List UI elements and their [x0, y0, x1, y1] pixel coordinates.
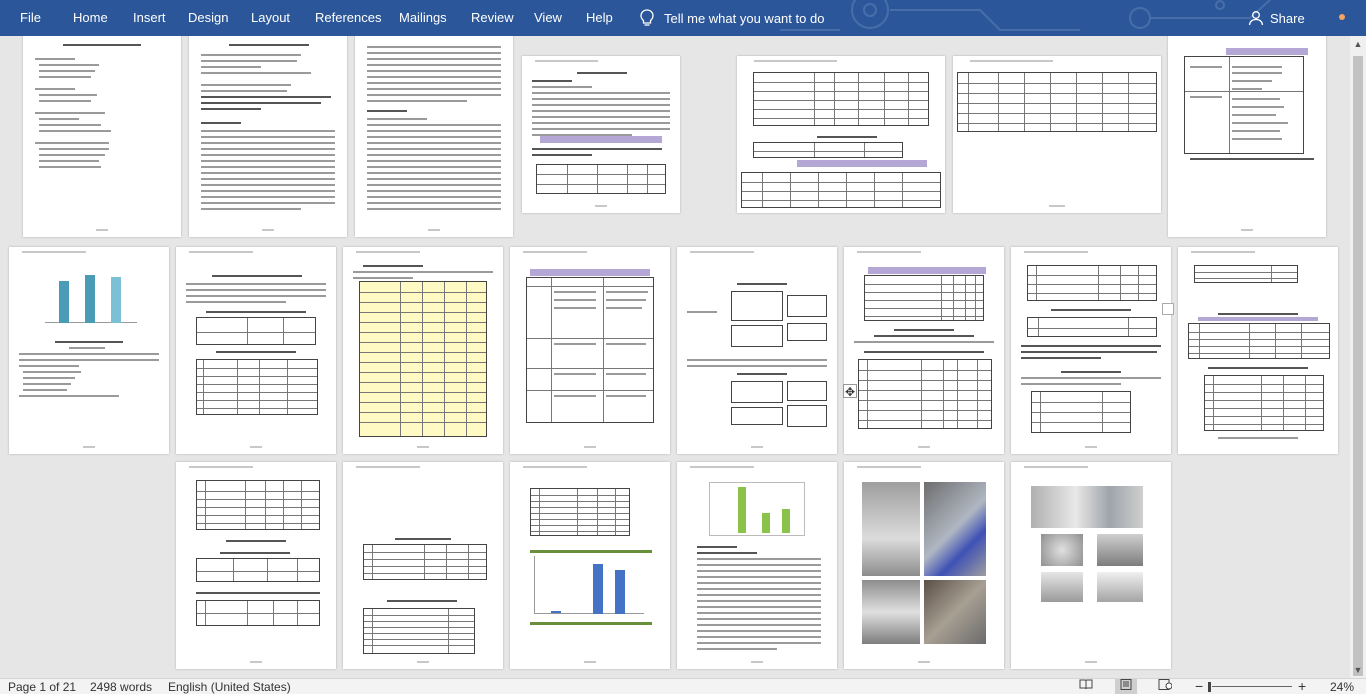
photo	[924, 580, 986, 644]
page-thumbnail[interactable]	[1011, 247, 1171, 454]
scrollbar-thumb[interactable]	[1353, 56, 1363, 676]
web-layout-icon[interactable]	[1154, 679, 1176, 694]
page-thumbnail[interactable]	[9, 247, 169, 454]
photo	[924, 482, 986, 576]
word-count[interactable]: 2498 words	[90, 680, 152, 694]
person-icon	[1248, 11, 1264, 26]
share-button[interactable]: Share	[1248, 0, 1305, 36]
print-layout-icon[interactable]	[1115, 679, 1137, 694]
share-label: Share	[1270, 10, 1305, 26]
photo	[862, 482, 920, 576]
page-thumbnail[interactable]	[189, 36, 347, 237]
page-thumbnail[interactable]	[677, 462, 837, 669]
page-thumbnail[interactable]	[844, 247, 1004, 454]
page-count[interactable]: Page 1 of 21	[8, 680, 76, 694]
tell-me-text: Tell me what you want to do	[664, 10, 825, 26]
zoom-slider[interactable]	[1212, 686, 1292, 687]
tab-layout[interactable]: Layout	[251, 0, 290, 36]
page-thumbnail[interactable]	[522, 56, 680, 213]
tab-review[interactable]: Review	[471, 0, 514, 36]
page-thumbnail[interactable]	[510, 247, 670, 454]
ribbon-pattern	[780, 0, 1271, 31]
page-thumbnail[interactable]	[510, 462, 670, 669]
vertical-scrollbar[interactable]: ▲ ▼	[1350, 36, 1366, 678]
bar-chart	[534, 556, 644, 614]
tab-insert[interactable]: Insert	[133, 0, 166, 36]
lightbulb-icon	[640, 9, 654, 26]
bar-chart	[45, 267, 137, 323]
page-thumbnail[interactable]	[1168, 36, 1326, 237]
tab-home[interactable]: Home	[73, 0, 108, 36]
resize-handle[interactable]	[1162, 303, 1174, 315]
move-handle-icon[interactable]: ✥	[843, 384, 857, 399]
scroll-down-icon[interactable]: ▼	[1350, 662, 1366, 678]
page-thumbnail[interactable]	[844, 462, 1004, 669]
status-bar: Page 1 of 21 2498 words English (United …	[0, 678, 1366, 694]
zoom-level[interactable]: 24%	[1330, 680, 1354, 694]
page-thumbnail[interactable]	[737, 56, 945, 213]
tab-mailings[interactable]: Mailings	[399, 0, 447, 36]
page-thumbnail[interactable]	[343, 462, 503, 669]
zoom-out-icon[interactable]: −	[1195, 678, 1203, 694]
read-mode-icon[interactable]	[1075, 679, 1097, 694]
page-thumbnail[interactable]	[23, 36, 181, 237]
photo	[1097, 534, 1143, 566]
photo	[1031, 486, 1143, 528]
tab-design[interactable]: Design	[188, 0, 228, 36]
page-thumbnail[interactable]	[176, 247, 336, 454]
scroll-up-icon[interactable]: ▲	[1350, 36, 1366, 52]
zoom-slider-thumb[interactable]	[1208, 682, 1211, 692]
ribbon: File Home Insert Design Layout Reference…	[0, 0, 1366, 36]
zoom-in-icon[interactable]: +	[1298, 678, 1306, 694]
tab-help[interactable]: Help	[586, 0, 613, 36]
document-area[interactable]: ✥	[0, 36, 1350, 678]
photo	[862, 580, 920, 644]
tell-me-search[interactable]: Tell me what you want to do	[640, 0, 824, 36]
tab-view[interactable]: View	[534, 0, 562, 36]
photo	[1041, 572, 1083, 602]
page-thumbnail[interactable]	[1011, 462, 1171, 669]
page-thumbnail[interactable]	[343, 247, 503, 454]
notification-dot	[1339, 14, 1345, 20]
page-thumbnail[interactable]	[677, 247, 837, 454]
page-thumbnail[interactable]	[953, 56, 1161, 213]
photo	[1097, 572, 1143, 602]
page-thumbnail[interactable]	[176, 462, 336, 669]
language-indicator[interactable]: English (United States)	[168, 680, 291, 694]
tab-references[interactable]: References	[315, 0, 381, 36]
tab-file[interactable]: File	[20, 0, 41, 36]
page-thumbnail[interactable]	[355, 36, 513, 237]
bar-chart	[709, 482, 805, 536]
page-thumbnail[interactable]	[1178, 247, 1338, 454]
photo	[1041, 534, 1083, 566]
